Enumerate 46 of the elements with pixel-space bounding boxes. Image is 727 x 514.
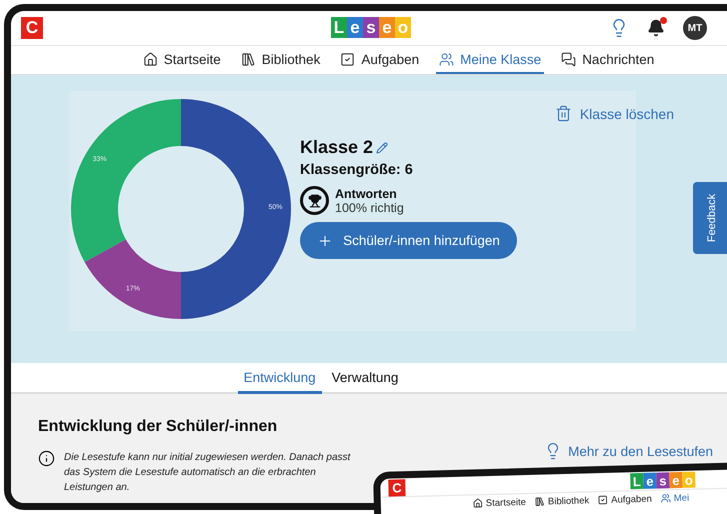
nav-tab[interactable]: Mei [660,492,690,504]
add-students-button[interactable]: Schüler/-innen hinzufügen [300,222,517,259]
people-icon [660,493,671,504]
brand-letter: e [643,472,657,489]
delete-class-link[interactable]: Klasse löschen [554,105,674,122]
section-tab[interactable]: Verwaltung [326,363,404,394]
info-text: Die Lesestufe kann nur initial zugewiesen werden. Danach passt das System die Lesestufe automatisch an die erbrachten Leistungen an. [64,451,352,495]
brand-letter: e [669,472,683,488]
books-icon [534,496,546,507]
brand-letter: L [630,472,644,490]
brand-letter: L [331,17,347,38]
people-icon [439,52,454,66]
info-icon [38,450,55,467]
nav-tab[interactable]: Bibliothek [238,46,324,74]
home-icon [472,498,483,508]
chat-icon [561,52,576,66]
trash-icon [554,105,572,122]
checkbox-icon [598,494,608,506]
section-title: Entwicklung der Schüler/-innen [38,418,278,436]
books-icon [240,52,256,66]
nav-tab[interactable]: Nachrichten [558,46,658,74]
feedback-button[interactable]: Feedback [693,182,727,254]
nav-tab[interactable]: Startseite [140,46,224,74]
user-avatar[interactable]: MT [683,16,707,40]
notifications-icon[interactable] [647,19,665,37]
brand-letter: e [379,17,395,38]
answers-title: Antworten [335,186,398,200]
answers-value: 100% richtig [335,200,404,214]
nav-tab[interactable]: Bibliothek [534,494,590,508]
logo: C [388,478,406,496]
brand-letter: o [395,17,411,38]
nav-tab[interactable]: Startseite [472,496,526,509]
brand-letter: s [656,472,670,489]
nav-tab[interactable]: Aufgaben [337,46,422,74]
home-icon [142,52,158,66]
brand-letter: s [363,17,379,38]
logo[interactable]: C [21,17,43,39]
class-name: Klasse 2 [300,137,374,158]
brand-letter: e [347,17,363,38]
edit-icon[interactable] [376,142,388,154]
brand-letter: o [682,472,696,488]
class-size: Klassengröße: 6 [300,162,414,178]
reading-levels-link[interactable]: Mehr zu den Lesestufen [544,442,713,460]
checkbox-icon [340,52,356,66]
nav-tab[interactable]: Aufgaben [598,493,652,506]
trophy-icon [300,186,329,215]
